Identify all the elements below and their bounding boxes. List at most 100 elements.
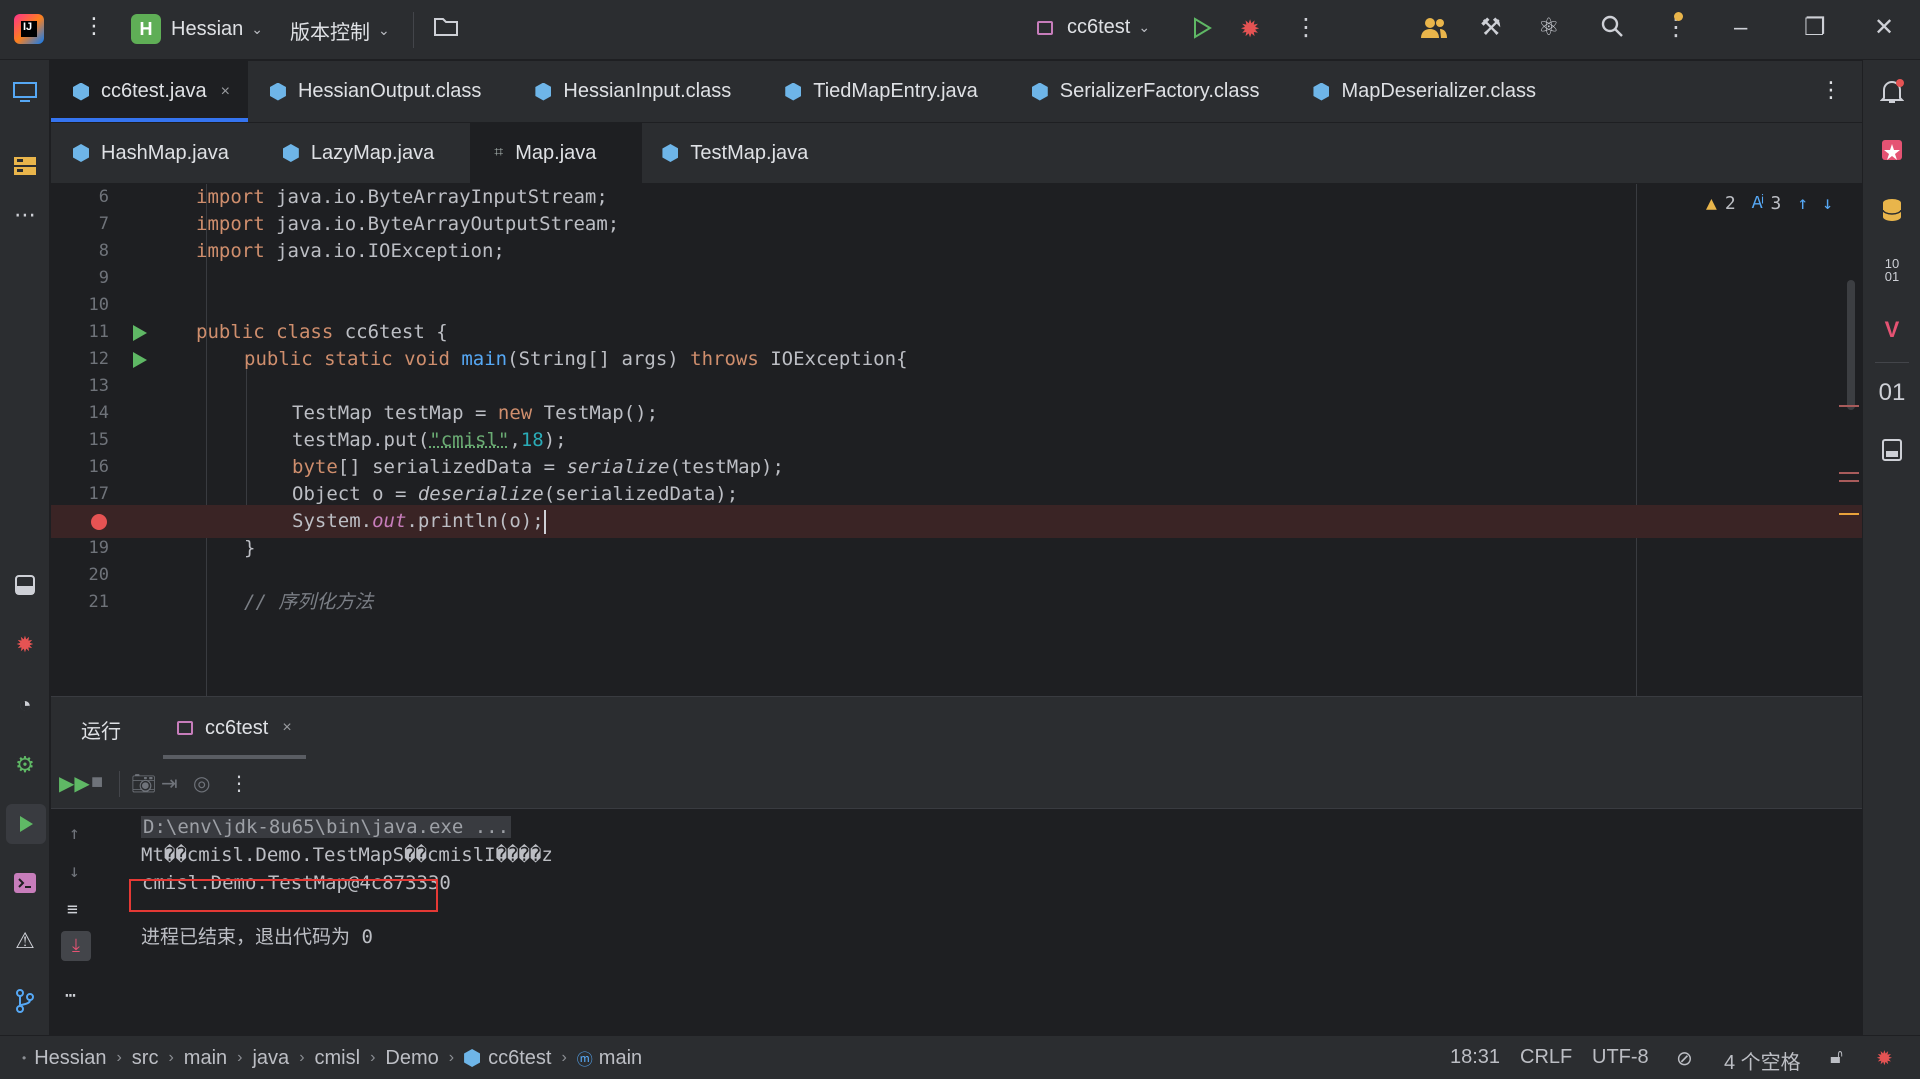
tab-run-cc6test[interactable]: cc6test × <box>163 697 306 759</box>
inspection-widget[interactable]: ▲ 2 Aͥ 3 ↑ ↓ <box>1706 192 1833 214</box>
run-config-selector[interactable]: cc6test ⌄ <box>1037 16 1150 39</box>
breadcrumb-item[interactable]: main <box>599 1047 642 1070</box>
build-tools-icon[interactable]: ⚒ <box>1480 14 1502 42</box>
debug-tool-icon[interactable]: ✹ <box>10 630 40 660</box>
console-line: 进程已结束，退出代码为 0 <box>141 926 373 948</box>
class-file-icon <box>282 144 299 162</box>
ai-assistant-icon[interactable]: ⚛ <box>1538 14 1560 42</box>
lock-icon[interactable]: 🔓︎ <box>1830 1046 1843 1069</box>
code-with-me-icon[interactable] <box>1420 16 1448 47</box>
scroll-up-icon[interactable]: ↑ <box>69 823 80 844</box>
breadcrumb-item[interactable]: Demo <box>385 1047 438 1070</box>
ai-chat-icon[interactable] <box>1877 135 1907 165</box>
console-output[interactable]: ↑ ↓ ≡ ⤓ ⋯ D:\env\jdk-8u65\bin\java.exe .… <box>51 809 1862 1036</box>
vcs-widget[interactable]: 版本控制 ⌄ <box>290 16 390 45</box>
hex-viewer-icon[interactable]: 01 <box>1877 378 1907 408</box>
terminal-icon[interactable] <box>10 868 40 898</box>
tab-tiedmapentry-java[interactable]: TiedMapEntry.java <box>767 61 1014 122</box>
indent-setting[interactable]: 4 个空格 <box>1724 1046 1801 1075</box>
code-editor[interactable]: 6 import java.io.ByteArrayInputStream; 7… <box>51 184 1862 696</box>
project-widget[interactable]: H Hessian ⌄ <box>131 14 263 44</box>
tab-hessianoutput-class[interactable]: HessianOutput.class <box>248 61 517 122</box>
highlight-annotation-box <box>129 879 438 912</box>
file-encoding[interactable]: UTF-8 <box>1592 1046 1649 1069</box>
run-icon[interactable] <box>1192 17 1212 46</box>
stop-icon[interactable]: ■ <box>91 771 103 794</box>
caret-position[interactable]: 18:31 <box>1450 1046 1500 1069</box>
breakpoint-icon[interactable] <box>91 514 107 530</box>
database-icon[interactable] <box>1877 195 1907 225</box>
intellij-logo-icon[interactable]: IJ <box>14 14 44 44</box>
error-stripe-marker[interactable] <box>1839 480 1859 482</box>
coverage-icon[interactable]: ◎ <box>193 771 210 796</box>
close-icon[interactable]: × <box>282 719 291 737</box>
more-actions-icon[interactable]: ⋮ <box>1294 14 1318 42</box>
java-class-icon <box>785 82 802 101</box>
close-icon[interactable]: ✕ <box>1874 14 1894 42</box>
error-stripe-marker[interactable] <box>1839 405 1859 407</box>
previous-highlight-icon[interactable]: ↑ <box>1797 193 1808 214</box>
run-tool-icon[interactable] <box>6 804 46 844</box>
scroll-down-icon[interactable]: ↓ <box>69 861 80 882</box>
tab-hashmap-java[interactable]: HashMap.java <box>51 123 265 183</box>
tab-cc6test-java[interactable]: cc6test.java × <box>51 61 248 122</box>
structure-icon[interactable] <box>10 151 40 181</box>
more-tools-icon[interactable]: ⋯ <box>10 200 40 230</box>
breadcrumb-item[interactable]: Hessian <box>34 1047 106 1070</box>
settings-update-icon[interactable]: ⋮ <box>1664 12 1688 42</box>
tab-testmap-java[interactable]: TestMap.java <box>642 123 844 183</box>
rerun-icon[interactable]: ▶▶ <box>59 771 90 796</box>
services-icon[interactable] <box>10 570 40 600</box>
more-run-actions-icon[interactable]: ⋮ <box>229 771 249 796</box>
tab-serializerfactory-class[interactable]: SerializerFactory.class <box>1014 61 1296 122</box>
class-file-icon <box>535 82 552 101</box>
editor-scrollbar[interactable] <box>1847 280 1855 410</box>
run-gutter-icon[interactable] <box>133 352 147 368</box>
settings-gear-icon[interactable]: ⚙ <box>10 750 40 780</box>
next-highlight-icon[interactable]: ↓ <box>1822 193 1833 214</box>
folder-icon[interactable] <box>433 16 459 45</box>
export-icon[interactable]: ⇥ <box>161 771 178 796</box>
line-separator[interactable]: CRLF <box>1520 1046 1572 1069</box>
vue-icon[interactable]: V <box>1877 315 1907 345</box>
screenshot-icon[interactable]: 📷︎ <box>131 771 156 796</box>
tab-overflow-menu-icon[interactable]: ⋮ <box>1820 77 1842 103</box>
binary-viewer-icon[interactable]: 10 01 <box>1877 255 1907 285</box>
breadcrumb-item[interactable]: cc6test <box>488 1047 551 1070</box>
run-config-icon <box>1037 20 1053 35</box>
error-stripe-marker[interactable] <box>1839 472 1859 474</box>
console-line: D:\env\jdk-8u65\bin\java.exe ... <box>141 816 512 838</box>
soft-wrap-icon[interactable]: ≡ <box>67 899 78 920</box>
ai-status-icon[interactable]: ⊘ <box>1676 1046 1693 1071</box>
close-icon[interactable]: × <box>221 83 230 101</box>
editor-tabs-row-2: HashMap.java LazyMap.java ⌗ Map.java Tes… <box>51 123 1862 184</box>
warning-stripe-marker[interactable] <box>1839 513 1859 515</box>
project-view-icon[interactable] <box>10 77 40 107</box>
scroll-to-end-icon[interactable]: ⤓ <box>61 931 91 961</box>
search-icon[interactable] <box>1600 14 1624 45</box>
notifications-icon[interactable] <box>1877 77 1907 107</box>
minimize-icon[interactable]: – <box>1734 14 1747 42</box>
tab-hessianinput-class[interactable]: HessianInput.class <box>517 61 767 122</box>
breadcrumb-item[interactable]: java <box>252 1047 289 1070</box>
breadcrumb-item[interactable]: cmisl <box>315 1047 361 1070</box>
tab-lazymap-java[interactable]: LazyMap.java <box>265 123 470 183</box>
console-line: Mt��cmisl.Demo.TestMapS��cmislI����z <box>141 844 553 866</box>
restore-icon[interactable]: ❐ <box>1804 14 1826 42</box>
chevron-right-icon: › <box>299 1049 305 1066</box>
tab-map-java[interactable]: ⌗ Map.java <box>470 123 643 183</box>
breadcrumb-item[interactable]: main <box>184 1047 227 1070</box>
storage-icon[interactable] <box>1877 435 1907 465</box>
chevron-right-icon: › <box>370 1049 376 1066</box>
git-branch-icon[interactable] <box>10 986 40 1016</box>
main-menu-icon[interactable]: ⋮ <box>83 13 105 39</box>
more-icon[interactable]: ⋯ <box>65 985 76 1006</box>
profiler-icon[interactable]: ◔ <box>10 690 40 720</box>
tab-mapdeserializer-class[interactable]: MapDeserializer.class <box>1295 61 1572 122</box>
debug-icon[interactable]: ✹ <box>1240 16 1260 44</box>
ide-error-icon[interactable]: ✹ <box>1876 1046 1893 1071</box>
breadcrumb-item[interactable]: src <box>132 1047 159 1070</box>
problems-icon[interactable]: ⚠ <box>10 926 40 956</box>
chevron-right-icon: › <box>561 1049 567 1066</box>
run-gutter-icon[interactable] <box>133 325 147 341</box>
